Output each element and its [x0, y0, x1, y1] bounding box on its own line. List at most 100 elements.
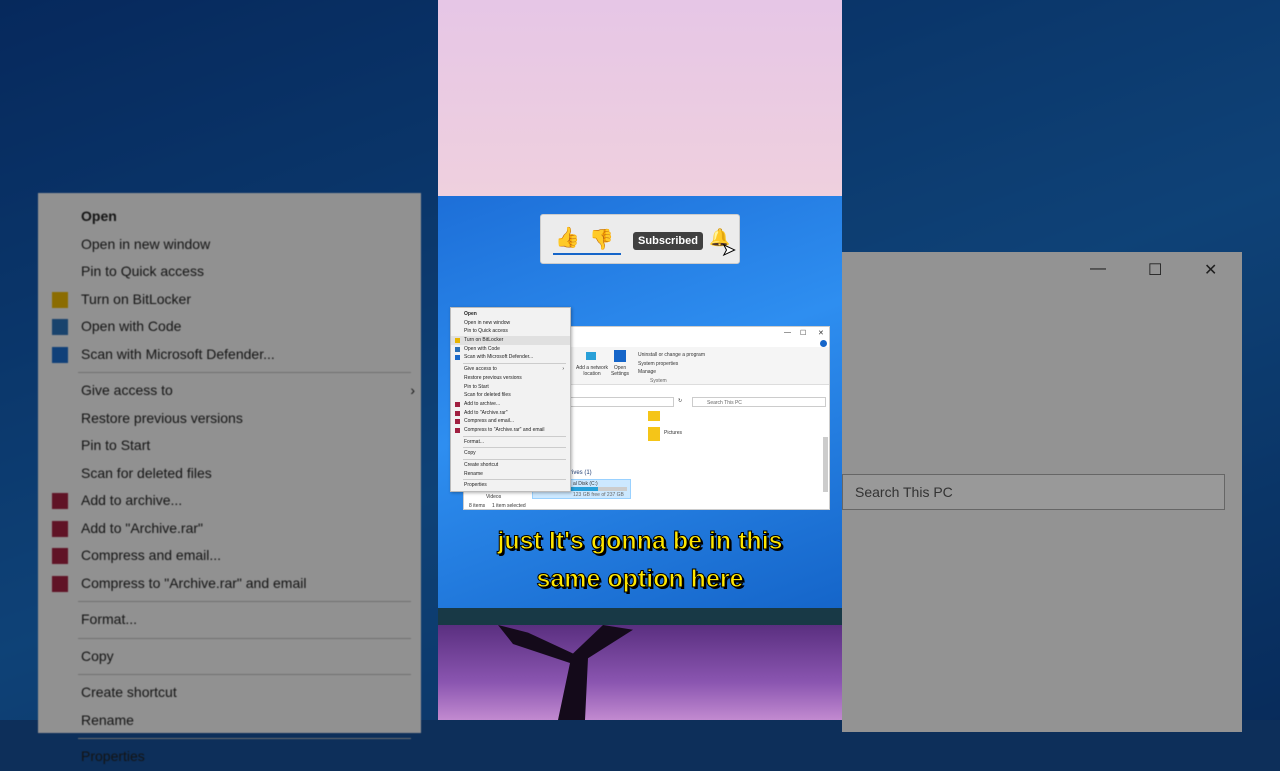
context-menu-item[interactable]: Properties	[451, 481, 570, 490]
menu-item-label: Rename	[464, 470, 483, 477]
help-icon[interactable]	[820, 340, 827, 347]
scrollbar[interactable]	[823, 437, 828, 492]
subscribed-button[interactable]: Subscribed	[633, 232, 703, 250]
menu-item-label: Scan with Microsoft Defender...	[81, 345, 275, 362]
menu-item-label: Pin to Start	[81, 437, 151, 453]
background-menu-item[interactable]: Pin to Quick access	[38, 258, 421, 286]
minimize-icon[interactable]: —	[784, 329, 791, 336]
menu-item-label: Copy	[81, 647, 114, 664]
background-menu-item[interactable]: Properties	[38, 743, 421, 771]
context-menu-item[interactable]: Compress to "Archive.rar" and email	[451, 426, 570, 435]
context-menu-item[interactable]: Turn on BitLocker	[451, 336, 570, 345]
menu-item-label: Scan with Microsoft Defender...	[464, 354, 534, 361]
context-menu-item[interactable]: Open in new window	[451, 319, 570, 328]
background-menu-item[interactable]: Open in new window	[38, 231, 421, 259]
menu-item-label: Restore previous versions	[464, 374, 522, 381]
downloads-folder-icon	[648, 411, 660, 421]
context-menu-item[interactable]: Pin to Start	[451, 383, 570, 392]
menu-item-label: Open in new window	[81, 235, 211, 252]
caption: just It's gonna be in this same option h…	[438, 522, 842, 598]
winrar-icon	[455, 427, 460, 433]
add-network-location-button[interactable]: Add a network location	[574, 365, 610, 377]
search-input[interactable]: Search This PC	[692, 397, 826, 407]
nav-videos[interactable]: Videos	[486, 494, 501, 500]
menu-item-label: Give access to	[464, 366, 497, 373]
context-menu-item[interactable]: Format...	[451, 438, 570, 447]
background-menu-item[interactable]: Copy	[38, 643, 421, 671]
winrar-icon	[455, 401, 460, 407]
background-menu-item[interactable]: Turn on BitLocker	[38, 286, 421, 314]
menu-separator	[463, 363, 566, 365]
background-menu-item[interactable]: Format...	[38, 606, 421, 634]
menu-item-label: Open in new window	[464, 319, 511, 326]
menu-item-label: Give access to	[81, 382, 173, 398]
context-menu-item[interactable]: Open	[451, 310, 570, 319]
system-group-label: System	[650, 378, 667, 384]
context-menu-item[interactable]: Add to archive...	[451, 400, 570, 409]
chevron-right-icon: ›	[410, 382, 415, 398]
background-menu-item[interactable]: Restore previous versions	[38, 405, 421, 433]
context-menu-item[interactable]: Compress and email...	[451, 417, 570, 426]
context-menu-item[interactable]: Rename	[451, 470, 570, 479]
background-menu-item[interactable]: Give access to ›	[38, 377, 421, 405]
menu-separator	[78, 372, 411, 373]
background-menu-item[interactable]: Scan for deleted files	[38, 460, 421, 488]
menu-item-label: Restore previous versions	[81, 409, 243, 426]
background-menu-item[interactable]: Add to archive...	[38, 487, 421, 515]
menu-item-label: Turn on BitLocker	[464, 337, 504, 344]
bottom-video-panel	[438, 625, 842, 720]
pictures-folder[interactable]: Pictures	[664, 430, 682, 436]
context-menu-item[interactable]: Scan with Microsoft Defender...	[451, 353, 570, 362]
maximize-icon[interactable]: ☐	[800, 329, 806, 337]
manage-button[interactable]: Manage	[638, 369, 656, 375]
context-menu-item[interactable]: Add to "Archive.rar"	[451, 409, 570, 418]
winrar-icon	[455, 410, 460, 416]
menu-item-label: Open	[464, 311, 477, 317]
top-video-panel	[438, 0, 842, 196]
like-icon[interactable]: 👍	[555, 225, 580, 250]
shield-icon	[455, 338, 460, 344]
context-menu-item[interactable]: Restore previous versions	[451, 374, 570, 383]
background-menu-item[interactable]: Compress and email...	[38, 542, 421, 570]
defender-icon	[455, 355, 460, 361]
menu-item-label: Add to archive...	[81, 492, 183, 508]
context-menu-item[interactable]: Copy	[451, 449, 570, 458]
context-menu-item[interactable]: Give access to ›	[451, 365, 570, 374]
background-menu-item[interactable]: Scan with Microsoft Defender...	[38, 341, 421, 369]
menu-item-label: Scan for deleted files	[81, 464, 212, 481]
menu-item-label: Format...	[81, 611, 138, 627]
background-menu-item[interactable]: Open with Code	[38, 313, 421, 341]
system-properties-button[interactable]: System properties	[638, 361, 678, 367]
background-menu-item[interactable]: Pin to Start	[38, 432, 421, 460]
minimize-icon: —	[1090, 260, 1106, 277]
dislike-icon[interactable]: 👎	[589, 227, 614, 252]
menu-separator	[463, 479, 566, 481]
menu-item-label: Compress and email...	[81, 547, 222, 563]
background-menu-item[interactable]: Create shortcut	[38, 679, 421, 707]
vscode-icon	[52, 319, 68, 335]
background-menu-item[interactable]: Rename	[38, 707, 421, 735]
context-menu-item[interactable]: Scan for deleted files	[451, 391, 570, 400]
subscribe-bar: 👍 👎 Subscribed 🔔	[540, 214, 740, 264]
menu-item-label: Open	[81, 208, 117, 224]
background-menu-item[interactable]: Add to "Archive.rar"	[38, 515, 421, 543]
caption-line-1: just It's gonna be in this	[497, 527, 783, 556]
context-menu-item[interactable]: Pin to Quick access	[451, 327, 570, 336]
context-menu-item[interactable]: Open with Code	[451, 345, 570, 354]
background-menu-item[interactable]: Open	[38, 203, 421, 231]
menu-item-label: Pin to Start	[464, 383, 489, 390]
close-icon[interactable]: ✕	[818, 329, 824, 337]
winrar-icon	[52, 548, 68, 564]
winrar-icon	[52, 520, 68, 537]
item-count: 8 items	[469, 503, 486, 509]
winrar-icon	[455, 419, 460, 425]
open-settings-button[interactable]: Open Settings	[610, 365, 630, 377]
tree-silhouette	[498, 625, 633, 720]
background-menu-item[interactable]: Compress to "Archive.rar" and email	[38, 570, 421, 598]
menu-item-label: Format...	[464, 438, 485, 445]
menu-item-label: Properties	[81, 748, 145, 764]
menu-item-label: Add to "Archive.rar"	[464, 409, 508, 416]
refresh-icon[interactable]: ↻	[678, 398, 682, 404]
context-menu-item[interactable]: Create shortcut	[451, 461, 570, 470]
uninstall-button[interactable]: Uninstall or change a program	[638, 352, 705, 358]
